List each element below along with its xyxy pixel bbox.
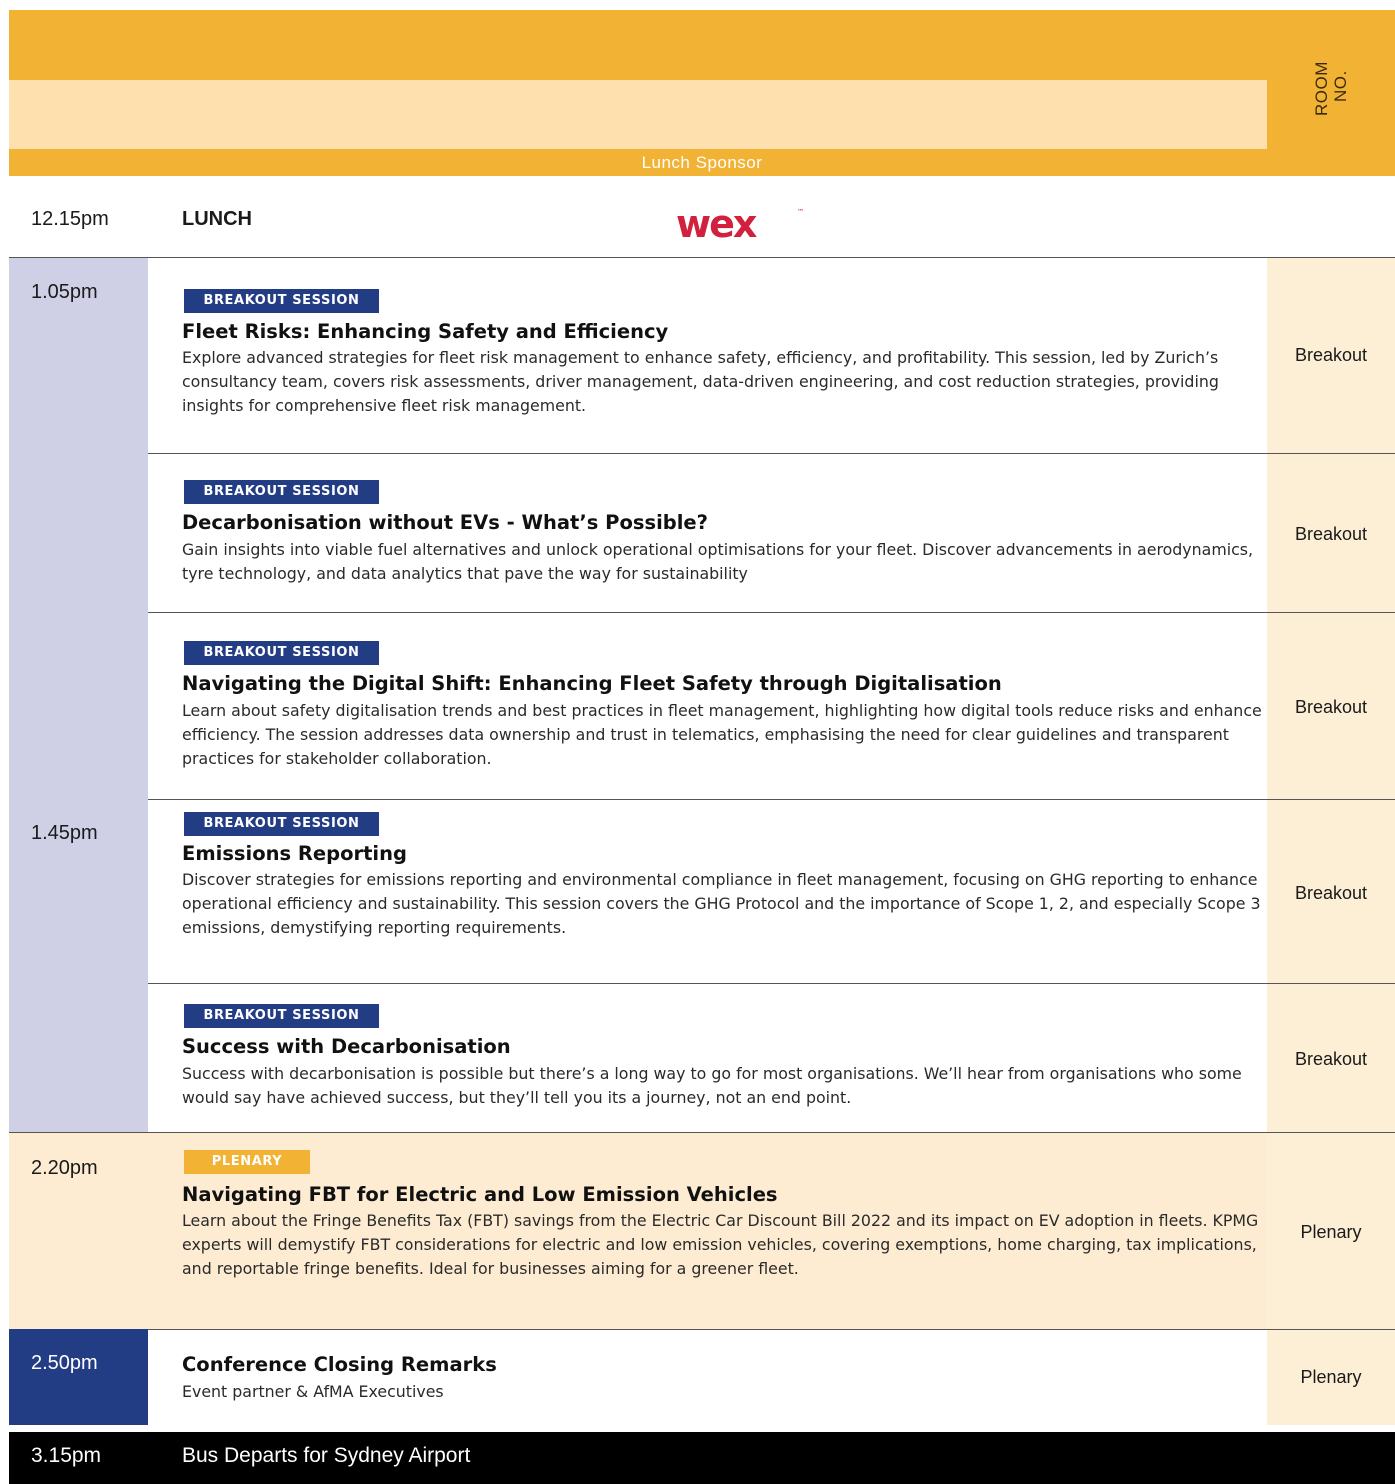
room-value: Breakout bbox=[1294, 883, 1368, 903]
session-title: Success with Decarbonisation bbox=[182, 1035, 511, 1058]
divider bbox=[148, 453, 1395, 454]
room-label-line2: NO. bbox=[1331, 70, 1350, 102]
closing-description: Event partner & AfMA Executives bbox=[182, 1382, 444, 1401]
footer-text: Bus Departs for Sydney Airport bbox=[182, 1444, 471, 1467]
wex-logo-trademark: ™ bbox=[797, 208, 804, 216]
session-badge: BREAKOUT SESSION bbox=[184, 812, 379, 836]
room-number-label: ROOM NO. bbox=[1312, 40, 1362, 120]
room-column bbox=[1267, 258, 1395, 1425]
footer-bar: 3.15pm Bus Departs for Sydney Airport bbox=[9, 1432, 1395, 1484]
session-title: Emissions Reporting bbox=[182, 842, 407, 865]
time-column-breakout bbox=[9, 258, 148, 1132]
wex-logo-text: wex bbox=[676, 202, 757, 246]
lunch-time: 12.15pm bbox=[31, 208, 109, 230]
divider bbox=[9, 257, 1395, 258]
session-title: Navigating FBT for Electric and Low Emis… bbox=[182, 1183, 778, 1206]
session-badge: BREAKOUT SESSION bbox=[184, 1004, 379, 1028]
divider bbox=[9, 1132, 1395, 1133]
sponsor-bar: Lunch Sponsor bbox=[9, 149, 1395, 176]
time-column-closing bbox=[9, 1329, 148, 1425]
session-badge: BREAKOUT SESSION bbox=[184, 480, 379, 504]
divider bbox=[148, 799, 1395, 800]
session-badge: BREAKOUT SESSION bbox=[184, 641, 379, 665]
room-value: Breakout bbox=[1294, 345, 1368, 365]
divider bbox=[148, 983, 1395, 984]
lunch-title: LUNCH bbox=[182, 208, 252, 230]
sponsor-label: Lunch Sponsor bbox=[641, 153, 763, 172]
session-description: Success with decarbonisation is possible… bbox=[182, 1064, 1242, 1107]
closing-title: Conference Closing Remarks bbox=[182, 1353, 497, 1376]
session-description: Gain insights into viable fuel alternati… bbox=[182, 540, 1254, 583]
session-description: Learn about safety digitalisation trends… bbox=[182, 701, 1262, 768]
session-title: Fleet Risks: Enhancing Safety and Effici… bbox=[182, 320, 669, 343]
header-light-band bbox=[9, 80, 1267, 149]
footer-time: 3.15pm bbox=[31, 1444, 102, 1467]
divider bbox=[148, 612, 1395, 613]
time-label: 1.45pm bbox=[31, 822, 98, 844]
time-label: 1.05pm bbox=[31, 281, 98, 303]
wex-logo: wex ™ bbox=[676, 202, 806, 246]
divider bbox=[148, 1329, 1395, 1330]
session-description: Learn about the Fringe Benefits Tax (FBT… bbox=[182, 1211, 1259, 1278]
room-value: Plenary bbox=[1300, 1222, 1362, 1242]
time-label: 2.50pm bbox=[31, 1352, 98, 1374]
room-value: Plenary bbox=[1300, 1367, 1362, 1387]
session-badge: PLENARY bbox=[184, 1150, 310, 1174]
room-value: Breakout bbox=[1294, 524, 1368, 544]
time-label: 2.20pm bbox=[31, 1157, 98, 1179]
session-description: Discover strategies for emissions report… bbox=[182, 870, 1261, 937]
room-value: Breakout bbox=[1294, 697, 1368, 717]
session-title: Decarbonisation without EVs - What’s Pos… bbox=[182, 511, 708, 534]
session-badge: BREAKOUT SESSION bbox=[184, 289, 379, 313]
header-band bbox=[9, 10, 1395, 80]
session-description: Explore advanced strategies for fleet ri… bbox=[182, 348, 1219, 415]
session-title: Navigating the Digital Shift: Enhancing … bbox=[182, 672, 1002, 695]
room-value: Breakout bbox=[1294, 1049, 1368, 1069]
room-label-line1: ROOM bbox=[1312, 61, 1331, 116]
